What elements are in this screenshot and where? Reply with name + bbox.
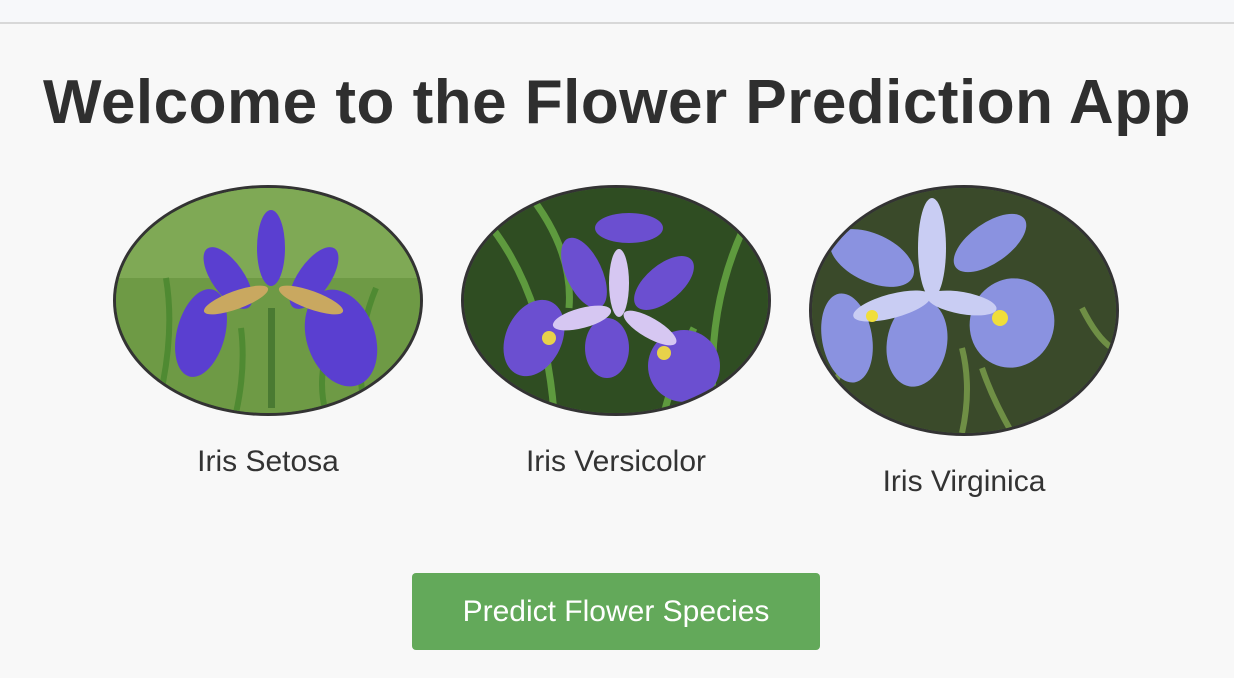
iris-setosa-photo bbox=[113, 185, 423, 416]
flower-card-versicolor: Iris Versicolor bbox=[461, 185, 771, 480]
iris-virginica-photo bbox=[809, 185, 1119, 436]
flower-label-versicolor: Iris Versicolor bbox=[525, 445, 707, 478]
flower-label-virginica: Iris Virginica bbox=[882, 465, 1046, 498]
flower-label-setosa: Iris Setosa bbox=[197, 445, 339, 478]
flower-card-virginica: Iris Virginica bbox=[809, 185, 1119, 500]
page-title: Welcome to the Flower Prediction App bbox=[43, 68, 1191, 137]
predict-flower-species-button[interactable]: Predict Flower Species bbox=[412, 573, 820, 650]
browser-top-strip bbox=[0, 0, 1234, 24]
iris-versicolor-photo bbox=[461, 185, 771, 416]
flower-card-setosa: Iris Setosa bbox=[113, 185, 423, 480]
